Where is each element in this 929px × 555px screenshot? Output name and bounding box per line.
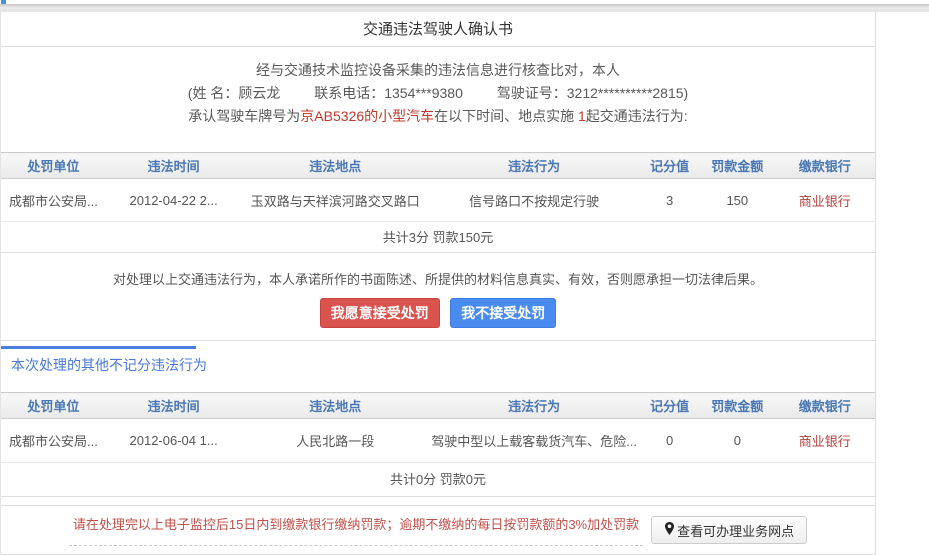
col-header-location: 违法地点 bbox=[241, 393, 429, 419]
col-header-fine: 罚款金额 bbox=[700, 393, 774, 419]
cell-fine: 0 bbox=[700, 419, 774, 463]
tab-other-violations[interactable]: 本次处理的其他不记分违法行为 bbox=[1, 346, 196, 384]
other-violations-table: 处罚单位 违法时间 违法地点 违法行为 记分值 罚款金额 缴款银行 成都市公安局… bbox=[1, 392, 875, 463]
violations-table-header: 处罚单位 违法时间 违法地点 违法行为 记分值 罚款金额 缴款银行 bbox=[1, 153, 875, 179]
view-branches-button[interactable]: 查看可办理业务网点 bbox=[651, 516, 807, 544]
line3-suffix: 起交通违法行为: bbox=[586, 108, 688, 124]
cell-location: 人民北路一段 bbox=[241, 419, 429, 463]
col-header-bank: 缴款银行 bbox=[774, 153, 875, 179]
top-divider-bar bbox=[0, 4, 929, 12]
col-header-points: 记分值 bbox=[639, 153, 700, 179]
cell-time: 2012-06-04 1... bbox=[106, 419, 241, 463]
accept-penalty-button[interactable]: 我愿意接受处罚 bbox=[320, 298, 440, 328]
violations-summary: 共计3分 罚款150元 bbox=[1, 222, 875, 253]
col-header-fine: 罚款金额 bbox=[700, 153, 774, 179]
other-summary: 共计0分 罚款0元 bbox=[1, 463, 875, 497]
cell-behavior: 信号路口不按规定行驶 bbox=[429, 179, 639, 222]
col-header-location: 违法地点 bbox=[241, 153, 429, 179]
bank-link[interactable]: 商业银行 bbox=[799, 194, 851, 209]
bank-link[interactable]: 商业银行 bbox=[799, 434, 851, 449]
col-header-behavior: 违法行为 bbox=[429, 153, 639, 179]
col-header-time: 违法时间 bbox=[106, 393, 241, 419]
violation-count: 1 bbox=[578, 108, 586, 124]
cell-fine: 150 bbox=[700, 179, 774, 222]
confirmation-document: 交通违法驾驶人确认书 经与交通技术监控设备采集的违法信息进行核查比对，本人 (姓… bbox=[0, 12, 876, 555]
col-header-behavior: 违法行为 bbox=[429, 393, 639, 419]
view-branches-label: 查看可办理业务网点 bbox=[677, 521, 794, 540]
col-header-unit: 处罚单位 bbox=[1, 393, 106, 419]
table-row: 成都市公安局... 2012-06-04 1... 人民北路一段 驾驶中型以上载… bbox=[1, 419, 875, 463]
cell-location: 玉双路与天祥滨河路交叉路口 bbox=[241, 179, 429, 222]
cell-points: 3 bbox=[639, 179, 700, 222]
reject-penalty-button[interactable]: 我不接受处罚 bbox=[450, 298, 556, 328]
cell-points: 0 bbox=[639, 419, 700, 463]
decision-buttons: 我愿意接受处罚 我不接受处罚 bbox=[1, 298, 875, 328]
other-table-header: 处罚单位 违法时间 违法地点 违法行为 记分值 罚款金额 缴款银行 bbox=[1, 393, 875, 419]
payment-notice-box: 请在处理完以上电子监控后15日内到缴款银行缴纳罚款；逾期不缴纳的每日按罚款额的3… bbox=[1, 505, 875, 555]
intro-line-3: 承认驾驶车牌号为京AB5326的小型汽车在以下时间、地点实施 1起交通违法行为: bbox=[1, 105, 875, 128]
cell-behavior: 驾驶中型以上载客载货汽车、危险... bbox=[429, 419, 639, 463]
plate-number: 京AB5326的 bbox=[300, 108, 378, 124]
line3-middle: 在以下时间、地点实施 bbox=[434, 108, 578, 124]
statement-text: 对处理以上交通违法行为，本人承诺所作的书面陈述、所提供的材料信息真实、有效，否则… bbox=[1, 269, 875, 288]
line3-prefix: 承认驾驶车牌号为 bbox=[188, 108, 300, 124]
page-title: 交通违法驾驶人确认书 bbox=[1, 12, 875, 47]
violations-table: 处罚单位 违法时间 违法地点 违法行为 记分值 罚款金额 缴款银行 成都市公安局… bbox=[1, 152, 875, 222]
statement-section: 对处理以上交通违法行为，本人承诺所作的书面陈述、所提供的材料信息真实、有效，否则… bbox=[1, 253, 875, 341]
cell-unit: 成都市公安局... bbox=[1, 179, 106, 222]
col-header-time: 违法时间 bbox=[106, 153, 241, 179]
col-header-points: 记分值 bbox=[639, 393, 700, 419]
intro-paragraph: 经与交通技术监控设备采集的违法信息进行核查比对，本人 (姓 名：顾云龙 联系电话… bbox=[1, 47, 875, 140]
col-header-unit: 处罚单位 bbox=[1, 153, 106, 179]
col-header-bank: 缴款银行 bbox=[774, 393, 875, 419]
intro-line-1: 经与交通技术监控设备采集的违法信息进行核查比对，本人 bbox=[1, 59, 875, 82]
table-row: 成都市公安局... 2012-04-22 2... 玉双路与天祥滨河路交叉路口 … bbox=[1, 179, 875, 222]
payment-notice-text: 请在处理完以上电子监控后15日内到缴款银行缴纳罚款；逾期不缴纳的每日按罚款额的3… bbox=[69, 514, 643, 546]
driver-license-no: 驾驶证号：3212**********2815) bbox=[497, 82, 688, 105]
cell-time: 2012-04-22 2... bbox=[106, 179, 241, 222]
driver-phone: 联系电话：1354***9380 bbox=[314, 82, 463, 105]
driver-name: (姓 名：顾云龙 bbox=[188, 82, 281, 105]
cell-unit: 成都市公安局... bbox=[1, 419, 106, 463]
location-pin-icon bbox=[664, 522, 675, 539]
intro-line-2: (姓 名：顾云龙 联系电话：1354***9380 驾驶证号：3212*****… bbox=[1, 82, 875, 105]
vehicle-type: 小型汽车 bbox=[378, 108, 434, 124]
